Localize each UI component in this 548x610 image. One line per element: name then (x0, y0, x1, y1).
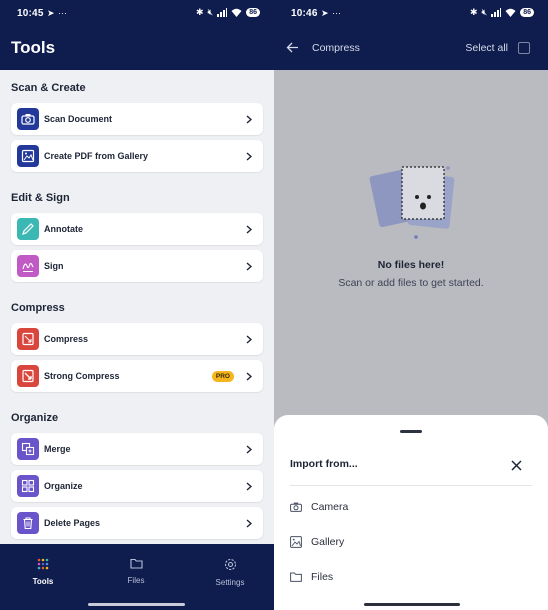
nav-label: Tools (32, 577, 54, 586)
battery-indicator: 86 (520, 8, 534, 17)
home-indicator (88, 603, 185, 606)
tool-label: Compress (44, 334, 89, 344)
tool-label: Sign (44, 261, 64, 271)
chevron-right-icon (244, 151, 254, 161)
tool-compress[interactable]: Compress (11, 323, 263, 355)
mute-icon: 🔇︎ (481, 7, 488, 17)
tool-label: Strong Compress (44, 371, 120, 381)
empty-state-title: No files here! (377, 259, 445, 271)
option-label: Files (311, 571, 334, 583)
nav-settings[interactable]: Settings (200, 558, 260, 587)
import-option-files[interactable]: Files (290, 571, 333, 583)
bluetooth-icon: ✱ (195, 7, 204, 17)
grid-dots-icon (37, 558, 49, 570)
camera-icon (290, 502, 302, 512)
select-all-checkbox[interactable] (518, 42, 530, 54)
tool-label: Delete Pages (44, 518, 101, 528)
chevron-right-icon (244, 261, 254, 271)
page-title: Compress (312, 42, 360, 54)
tool-delete-pages[interactable]: Delete Pages (11, 507, 263, 539)
bottom-navigation: Tools Files Settings (0, 544, 274, 610)
gear-icon (224, 558, 236, 571)
compress-icon (17, 328, 39, 350)
select-all-label[interactable]: Select all (465, 42, 508, 54)
home-indicator (364, 603, 460, 606)
page-title: Tools (11, 38, 56, 57)
folder-icon (290, 572, 302, 582)
status-time: 10:45 (17, 8, 44, 19)
close-icon[interactable] (511, 458, 522, 476)
mute-icon: 🔇︎ (207, 7, 214, 17)
bluetooth-icon: ✱ (469, 7, 478, 17)
status-bar: 10:45 ➤ ··· ✱ 🔇︎ 86 (0, 0, 274, 28)
status-icons: ✱ 🔇︎ 86 (470, 7, 534, 18)
sheet-drag-handle[interactable] (400, 430, 422, 433)
camera-icon (17, 108, 39, 130)
import-option-camera[interactable]: Camera (290, 501, 348, 513)
merge-icon (17, 438, 39, 460)
chevron-right-icon (244, 481, 254, 491)
tool-strong-compress[interactable]: Strong Compress PRO (11, 360, 263, 392)
telegram-icon: ➤ (47, 8, 55, 18)
sheet-title: Import from... (290, 458, 358, 470)
empty-files-illustration (369, 166, 455, 239)
section-heading-edit-sign: Edit & Sign (11, 192, 70, 204)
nav-tools[interactable]: Tools (13, 558, 73, 586)
chevron-right-icon (244, 334, 254, 344)
back-arrow-icon[interactable] (286, 40, 299, 58)
chevron-right-icon (244, 224, 254, 234)
nav-label: Files (127, 576, 145, 585)
organize-grid-icon (17, 475, 39, 497)
import-option-gallery[interactable]: Gallery (290, 536, 344, 548)
section-heading-scan-create: Scan & Create (11, 82, 86, 94)
tool-label: Annotate (44, 224, 83, 234)
option-label: Gallery (311, 536, 345, 548)
more-notifications-icon: ··· (58, 8, 67, 18)
nav-label: Settings (215, 578, 245, 587)
pro-badge: PRO (211, 370, 234, 382)
tool-label: Organize (44, 481, 83, 491)
tool-label: Merge (44, 444, 71, 454)
tool-sign[interactable]: Sign (11, 250, 263, 282)
status-icons: ✱ 🔇︎ 86 (196, 7, 260, 18)
tool-scan-document[interactable]: Scan Document (11, 103, 263, 135)
status-bar: 10:46 ➤ ··· ✱ 🔇︎ 86 (274, 0, 548, 28)
chevron-right-icon (244, 518, 254, 528)
tool-annotate[interactable]: Annotate (11, 213, 263, 245)
tools-list: Scan & Create Scan Document Create PDF f… (0, 70, 274, 544)
telegram-icon: ➤ (321, 8, 329, 18)
nav-files[interactable]: Files (106, 558, 166, 585)
empty-state-subtitle: Scan or add files to get started. (338, 277, 484, 289)
battery-indicator: 86 (246, 8, 260, 17)
signal-icon (491, 8, 502, 17)
tools-screen: 10:45 ➤ ··· ✱ 🔇︎ 86 Tools Scan & Create … (0, 0, 274, 610)
option-label: Camera (311, 501, 349, 513)
section-heading-organize: Organize (11, 412, 59, 424)
strong-compress-icon (17, 365, 39, 387)
wifi-icon (231, 8, 242, 17)
pencil-icon (17, 218, 39, 240)
folder-icon (129, 558, 143, 569)
compress-screen: 10:46 ➤ ··· ✱ 🔇︎ 86 Compress Select all … (274, 0, 548, 610)
chevron-right-icon (244, 444, 254, 454)
signature-icon (17, 255, 39, 277)
sheet-divider (290, 485, 532, 486)
wifi-icon (505, 8, 516, 17)
import-bottom-sheet: Import from... Camera Gallery Files (274, 415, 548, 610)
tool-label: Scan Document (44, 114, 113, 124)
tool-label: Create PDF from Gallery (44, 151, 149, 161)
chevron-right-icon (244, 371, 254, 381)
gallery-icon (17, 145, 39, 167)
gallery-icon (290, 536, 302, 548)
signal-icon (217, 8, 228, 17)
tool-create-pdf-from-gallery[interactable]: Create PDF from Gallery (11, 140, 263, 172)
status-time: 10:46 (291, 8, 318, 19)
section-heading-compress: Compress (11, 302, 65, 314)
more-notifications-icon: ··· (332, 8, 341, 18)
trash-icon (17, 512, 39, 534)
tool-organize[interactable]: Organize (11, 470, 263, 502)
tool-merge[interactable]: Merge (11, 433, 263, 465)
chevron-right-icon (244, 114, 254, 124)
